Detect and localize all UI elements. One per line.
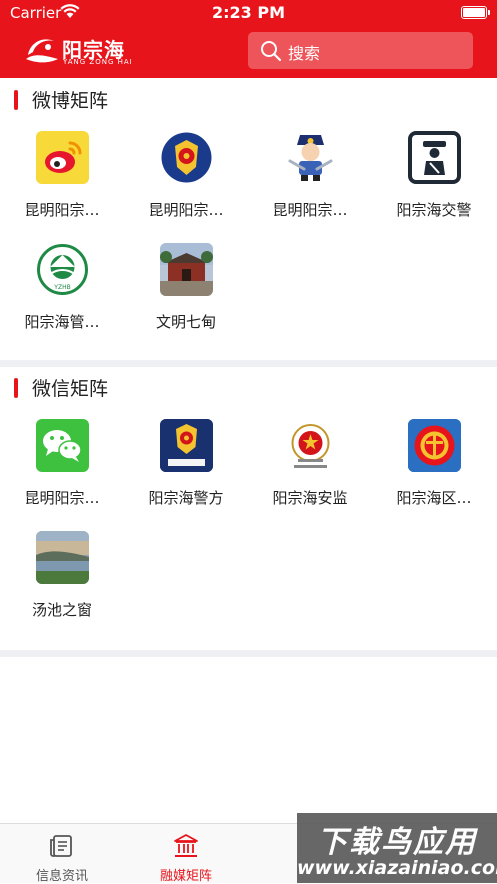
section-title: 微信矩阵 (32, 378, 109, 400)
trade-union-icon (408, 419, 461, 472)
account-item[interactable]: 文明七甸 (124, 232, 248, 344)
account-label: 汤池之窗 (31, 601, 92, 619)
svg-text:YZHB: YZHB (53, 284, 70, 291)
yzhb-environment-icon: YZHB (36, 243, 89, 296)
account-item[interactable]: 昆明阳宗… (0, 120, 124, 232)
search-placeholder: 搜索 (288, 44, 321, 63)
account-label: 昆明阳宗… (272, 201, 348, 219)
account-label: 阳宗海区… (396, 489, 472, 507)
account-label: 昆明阳宗… (24, 201, 100, 219)
account-item[interactable]: 阳宗海交警 (372, 120, 496, 232)
traffic-police-icon (408, 131, 461, 184)
account-item[interactable]: 阳宗海警方 (124, 408, 248, 520)
account-item[interactable]: 阳宗海安监 (248, 408, 372, 520)
account-label: 阳宗海交警 (396, 201, 472, 219)
account-item[interactable]: 昆明阳宗… (248, 120, 372, 232)
account-item[interactable]: YZHB 阳宗海管… (0, 232, 124, 344)
tab-label: 信息资讯 (35, 869, 88, 884)
account-item[interactable]: 昆明阳宗… (124, 120, 248, 232)
watermark-url: www.xiazainiao.com (297, 857, 497, 879)
app-header: Carrier 2:23 PM 阳宗海 YANG ZONG HAI 搜索 (0, 0, 497, 78)
wechat-icon (36, 419, 89, 472)
account-label: 阳宗海安监 (272, 489, 348, 507)
section-divider (0, 360, 497, 367)
logo-subtext: YANG ZONG HAI (63, 58, 133, 66)
status-time: 2:23 PM (211, 3, 285, 22)
watermark-title: 下载鸟应用 (317, 825, 477, 860)
app-logo: 阳宗海 YANG ZONG HAI (24, 33, 134, 69)
account-label: 昆明阳宗… (24, 489, 100, 507)
section-accent-bar (14, 378, 18, 398)
police-mascot-icon (284, 131, 337, 184)
account-item[interactable]: 昆明阳宗… (0, 408, 124, 520)
news-icon (50, 835, 72, 857)
section-header: 微博矩阵 (0, 80, 497, 118)
tab-news[interactable]: 信息资讯 (0, 824, 124, 884)
temple-photo-icon (160, 243, 213, 296)
account-item[interactable]: 阳宗海区… (372, 408, 496, 520)
wechat-matrix-section: 微信矩阵 昆明阳宗… 阳宗海警方 阳宗海安监 阳宗海区… 汤池之窗 (0, 368, 497, 650)
police-badge-icon (160, 419, 213, 472)
account-label: 文明七甸 (155, 313, 216, 331)
status-bar: Carrier 2:23 PM (0, 0, 497, 26)
police-badge-icon (160, 131, 213, 184)
section-title: 微博矩阵 (32, 90, 109, 112)
battery-icon (461, 6, 490, 19)
watermark: 下载鸟应用 www.xiazainiao.com (297, 813, 497, 883)
logo-wave-icon (26, 39, 58, 63)
tab-label: 融媒矩阵 (159, 869, 212, 884)
weibo-icon (36, 131, 89, 184)
bank-building-icon (174, 834, 198, 857)
section-header: 微信矩阵 (0, 368, 497, 406)
lake-photo-icon (36, 531, 89, 584)
account-label: 昆明阳宗… (148, 201, 224, 219)
weibo-matrix-section: 微博矩阵 昆明阳宗… 昆明阳宗… 昆明阳宗… 阳宗海交警 YZHB 阳宗海管… … (0, 80, 497, 360)
tab-media-matrix[interactable]: 融媒矩阵 (124, 824, 248, 884)
section-accent-bar (14, 90, 18, 110)
national-emblem-icon (284, 419, 337, 472)
search-bar[interactable]: 搜索 (248, 32, 473, 69)
account-label: 阳宗海警方 (148, 489, 224, 507)
search-icon (261, 41, 282, 62)
account-label: 阳宗海管… (24, 313, 100, 331)
account-item[interactable]: 汤池之窗 (0, 520, 124, 632)
section-divider (0, 650, 497, 657)
